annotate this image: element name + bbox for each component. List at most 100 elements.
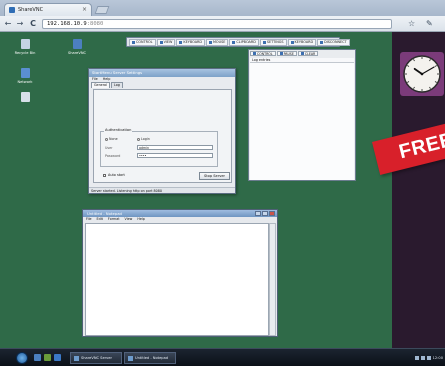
toolbar-button-label: SETTINGS bbox=[266, 40, 284, 44]
menu-view[interactable]: View bbox=[125, 217, 133, 222]
user-field[interactable]: admin bbox=[137, 145, 213, 150]
radio-label: None bbox=[109, 137, 118, 141]
clock-face-icon bbox=[403, 55, 441, 93]
editor-text-area[interactable] bbox=[85, 223, 269, 336]
editor-window: Untitled - Notepad File Edit Format View… bbox=[82, 209, 278, 337]
log-clear-button[interactable]: CLEAR bbox=[297, 51, 319, 56]
taskbar: ShareVNC Server Untitled - Notepad 12:00 bbox=[0, 348, 445, 366]
menu-file[interactable]: File bbox=[86, 217, 92, 222]
action-center-icon[interactable] bbox=[426, 356, 431, 360]
maximize-button[interactable] bbox=[262, 211, 268, 216]
document-icon bbox=[20, 92, 30, 102]
authentication-legend: Authentication bbox=[104, 128, 133, 132]
new-tab-button[interactable] bbox=[94, 6, 110, 14]
authentication-group: Authentication None Login User admin Pas… bbox=[100, 128, 218, 167]
log-tab-label: PAUSE bbox=[283, 51, 294, 56]
sharevnc-icon bbox=[72, 39, 82, 49]
back-button[interactable]: ← bbox=[3, 19, 13, 29]
toolbar-keyboard2-button[interactable]: KEYBOARD bbox=[287, 38, 317, 46]
toolbar-button-label: DISCONNECT bbox=[324, 40, 347, 44]
radio-none[interactable]: None bbox=[105, 137, 118, 141]
settings-window: StartMenu Server Settings File Help Gene… bbox=[88, 68, 236, 194]
password-field[interactable]: •••• bbox=[137, 153, 213, 158]
browser-tabstrip: ShareVNC × bbox=[0, 0, 445, 16]
clear-icon bbox=[300, 52, 304, 55]
menu-help[interactable]: Help bbox=[137, 217, 145, 222]
taskbar-task-notepad[interactable]: Untitled - Notepad bbox=[124, 352, 176, 364]
log-control-button[interactable]: CONTROL bbox=[250, 51, 276, 56]
menu-edit[interactable]: Edit bbox=[97, 217, 103, 222]
forward-button[interactable]: → bbox=[15, 19, 25, 29]
keyboard-icon bbox=[290, 40, 294, 44]
menu-format[interactable]: Format bbox=[108, 217, 120, 222]
settings-icon bbox=[262, 40, 266, 44]
log-body[interactable] bbox=[250, 63, 354, 180]
browser-tab[interactable]: ShareVNC × bbox=[4, 3, 92, 16]
toolbar-keyboard-button[interactable]: KEYBOARD bbox=[176, 38, 205, 46]
toolbar-view-button[interactable]: VIEW bbox=[156, 38, 176, 46]
toolbar-clipboard-button[interactable]: CLIPBOARD bbox=[229, 38, 259, 46]
user-label: User bbox=[105, 146, 113, 150]
minimize-button[interactable] bbox=[255, 211, 261, 216]
toolbar-disconnect-button[interactable]: DISCONNECT bbox=[317, 38, 350, 46]
stop-server-button[interactable]: Stop Server bbox=[199, 172, 230, 180]
address-url: 192.168.10.9:8080 bbox=[47, 21, 103, 27]
toolbar-button-label: CONTROL bbox=[136, 40, 153, 44]
volume-tray-icon[interactable] bbox=[420, 356, 425, 360]
toolbar-mouse-button[interactable]: MOUSE bbox=[206, 38, 229, 46]
taskbar-task-sharevnc[interactable]: ShareVNC Server bbox=[70, 352, 122, 364]
quicklaunch-media-icon[interactable] bbox=[44, 354, 51, 361]
url-port: :8080 bbox=[86, 21, 104, 27]
reload-button[interactable]: C bbox=[28, 19, 38, 29]
log-tabs: CONTROL PAUSE CLEAR bbox=[249, 50, 355, 57]
desktop-icon-sharevnc[interactable]: ShareVNC bbox=[62, 39, 92, 55]
network-icon bbox=[20, 68, 30, 78]
network-tray-icon[interactable] bbox=[414, 356, 419, 360]
view-icon bbox=[159, 40, 163, 44]
sharevnc-icon bbox=[74, 355, 79, 361]
recycle-bin-icon bbox=[20, 39, 30, 49]
browser-tab-title: ShareVNC bbox=[18, 7, 44, 13]
desktop-icon-extra[interactable] bbox=[10, 92, 40, 104]
settings-window-title[interactable]: StartMenu Server Settings bbox=[89, 69, 235, 77]
desktop-icon-network[interactable]: Network bbox=[10, 68, 40, 84]
auto-start-checkbox[interactable]: Auto start bbox=[103, 173, 125, 177]
tab-general[interactable]: General bbox=[91, 82, 110, 88]
toolbar-settings-button[interactable]: SETTINGS bbox=[259, 38, 287, 46]
toolbar-button-label: KEYBOARD bbox=[294, 40, 314, 44]
url-host: 192.168.10.9 bbox=[47, 21, 87, 27]
address-bar[interactable]: 192.168.10.9:8080 bbox=[42, 19, 392, 29]
tray-clock[interactable]: 12:00 bbox=[433, 356, 443, 360]
caption-buttons bbox=[255, 211, 275, 216]
desktop-icon-label: Network bbox=[17, 80, 33, 84]
editor-titlebar[interactable]: Untitled - Notepad bbox=[83, 210, 277, 217]
editor-title: Untitled - Notepad bbox=[87, 211, 122, 216]
toolbar-button-label: VIEW bbox=[163, 40, 173, 44]
editor-scrollbar[interactable] bbox=[269, 223, 276, 336]
system-tray: 12:00 bbox=[414, 352, 443, 364]
radio-login[interactable]: Login bbox=[137, 137, 150, 141]
radio-label: Login bbox=[141, 137, 150, 141]
desktop-icon-label: Recycle Bin bbox=[14, 51, 36, 55]
close-tab-icon[interactable]: × bbox=[82, 6, 87, 13]
task-label: Untitled - Notepad bbox=[135, 356, 169, 360]
wrench-icon[interactable]: ✎ bbox=[426, 19, 433, 28]
log-tab-label: CLEAR bbox=[304, 51, 316, 56]
tab-log[interactable]: Log bbox=[111, 82, 123, 88]
close-button[interactable] bbox=[269, 211, 275, 216]
log-tab-label: CONTROL bbox=[257, 51, 273, 56]
start-button[interactable] bbox=[16, 352, 28, 364]
toolbar-control-button[interactable]: CONTROL bbox=[129, 38, 156, 46]
control-icon bbox=[253, 52, 256, 55]
desktop-icon-recycle-bin[interactable]: Recycle Bin bbox=[10, 39, 40, 55]
toolbar-button-label: CLIPBOARD bbox=[236, 40, 256, 44]
bookmark-star-icon[interactable]: ☆ bbox=[408, 19, 415, 28]
quicklaunch-explorer-icon[interactable] bbox=[34, 354, 41, 361]
quicklaunch-browser-icon[interactable] bbox=[54, 354, 61, 361]
radio-dot-icon bbox=[105, 137, 108, 141]
desktop-icon-label: ShareVNC bbox=[67, 51, 87, 55]
clipboard-icon bbox=[232, 40, 236, 44]
log-pause-button[interactable]: PAUSE bbox=[276, 51, 297, 56]
settings-tabs: General Log bbox=[89, 82, 235, 88]
keyboard-icon bbox=[179, 40, 183, 44]
